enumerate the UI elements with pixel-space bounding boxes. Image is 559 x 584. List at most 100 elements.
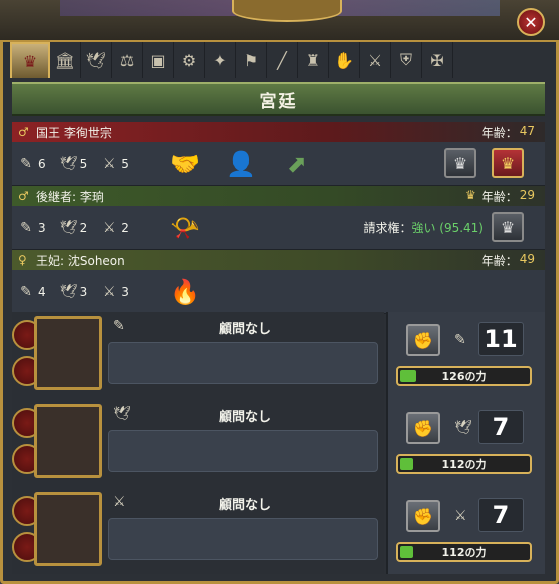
advisor-portrait[interactable] xyxy=(34,404,102,478)
tab-decisions[interactable]: ✠ xyxy=(422,42,453,78)
dove-icon: 🕊 xyxy=(454,420,472,436)
disinherit-button[interactable]: ♛ xyxy=(492,212,524,242)
claim-label: 請求権： xyxy=(363,221,412,235)
tab-economy[interactable]: ⚖ xyxy=(112,42,143,78)
temple-icon: 🏛 xyxy=(54,50,76,70)
ruler-name[interactable]: 国王 李徇世宗 xyxy=(36,124,112,141)
crown-button-silver[interactable]: ♛ xyxy=(444,148,476,178)
crown-button-gold[interactable]: ♛ xyxy=(492,148,524,178)
page-title: 宮廷 xyxy=(12,82,545,116)
crown-icon: ♛ xyxy=(500,153,516,173)
advisor-label: 顧問なし xyxy=(218,322,271,337)
adm-power-bar: 126の力 xyxy=(396,366,532,386)
tab-estates[interactable]: ♜ xyxy=(298,42,329,78)
consort-mil: ⚔ 3 xyxy=(101,284,129,300)
ruler-header: ♂ 国王 李徇世宗 年齢： 47 xyxy=(12,122,545,142)
scroll-icon: ✎ xyxy=(20,283,32,300)
fist-scroll-icon: ✊ xyxy=(413,330,433,350)
heir-adm: ✎ 3 xyxy=(18,220,46,236)
advisor-slot[interactable]: ✎ 顧問なし xyxy=(12,312,384,398)
ruler-mil: ⚔ 5 xyxy=(101,156,129,172)
crown-icon: ♛ xyxy=(452,153,468,173)
heir-claim: 請求権：強い (95.41) xyxy=(363,219,483,236)
dip-action-button[interactable]: ✊ xyxy=(406,412,440,444)
mil-value: 3 xyxy=(121,284,129,299)
close-button[interactable]: ✕ xyxy=(517,8,545,36)
adm-value: 6 xyxy=(38,156,46,171)
mil-action-button[interactable]: ✊ xyxy=(406,500,440,532)
swords-icon: ⚔ xyxy=(103,283,116,300)
advisor-info-box xyxy=(108,518,378,560)
pitchfork-torch-icon[interactable]: 🔥 xyxy=(165,275,205,309)
swords-icon: ⚔ xyxy=(103,219,116,236)
adm-value: 3 xyxy=(38,220,46,235)
scroll-icon: ✎ xyxy=(20,219,32,236)
power-label: 126の力 xyxy=(441,370,487,383)
mil-value: 2 xyxy=(121,220,129,235)
advisor-slot[interactable]: 🕊 顧問なし xyxy=(12,400,384,486)
dove-icon: 🕊 xyxy=(85,50,107,70)
close-icon: ✕ xyxy=(524,12,538,32)
consort-adm: ✎ 4 xyxy=(18,284,46,300)
tab-army[interactable]: ⚔ xyxy=(360,42,391,78)
tab-military[interactable]: ╱ xyxy=(267,42,298,78)
age-value: 47 xyxy=(519,123,535,138)
claim-value: 強い (95.41) xyxy=(411,221,483,235)
dip-value: 5 xyxy=(79,156,88,171)
tab-subjects[interactable]: ⛨ xyxy=(391,42,422,78)
consort-header: ♀ 王妃: 沈Soheon 年齢： 49 xyxy=(12,250,545,270)
tab-government[interactable]: 🏛 xyxy=(50,42,81,78)
ruler-age: 年齢： 47 xyxy=(482,124,535,141)
dove-icon: 🕊 xyxy=(113,406,131,422)
trumpet-icon[interactable]: 📯 xyxy=(165,211,205,245)
advisor-portrait[interactable] xyxy=(34,492,102,566)
age-value: 49 xyxy=(519,251,535,266)
ruler-stats: ✎ 6 🕊 5 ⚔ 5 🤝 👤 ⬈ ♛ ♛ xyxy=(12,142,545,186)
swords-icon: ⚔ xyxy=(454,508,467,524)
mil-power-block: ✊ ⚔ 7 112の力 xyxy=(388,488,547,574)
tab-production[interactable]: ⚙ xyxy=(174,42,205,78)
dove-icon: 🕊 xyxy=(59,155,78,172)
shield-sword-icon: ⚔ xyxy=(367,50,383,70)
tab-trade[interactable]: ▣ xyxy=(143,42,174,78)
tab-religion[interactable]: ✋ xyxy=(329,42,360,78)
consort-name[interactable]: 王妃: 沈Soheon xyxy=(36,252,125,269)
top-ornament xyxy=(232,0,342,22)
handshake-icon[interactable]: 🤝 xyxy=(165,147,205,181)
adm-skill: 11 xyxy=(478,322,524,356)
heir-header: ♂ 後継者: 李珦 ♛ 年齢： 29 xyxy=(12,186,545,206)
scroll-icon: ✎ xyxy=(113,318,125,334)
fist-dove-icon: ✊ xyxy=(413,418,433,438)
dip-skill: 7 xyxy=(478,410,524,444)
mil-power-bar: 112の力 xyxy=(396,542,532,562)
coat-of-arms-icon: ⛨ xyxy=(399,50,412,69)
heir-mil: ⚔ 2 xyxy=(101,220,129,236)
heir-dip: 🕊 2 xyxy=(60,220,88,236)
ruler-dip: 🕊 5 xyxy=(60,156,88,172)
trade-up-icon[interactable]: ⬈ xyxy=(277,147,317,181)
male-icon: ♂ xyxy=(18,125,29,139)
heir-age: ♛ 年齢： 29 xyxy=(465,188,535,205)
fist-swords-icon: ✊ xyxy=(413,506,433,526)
tab-missions[interactable]: ⚑ xyxy=(236,42,267,78)
add-advisor-icon[interactable]: 👤 xyxy=(221,147,261,181)
estates-icon: ♜ xyxy=(305,50,321,70)
dove-icon: 🕊 xyxy=(59,219,78,236)
window-topbar: ✕ xyxy=(0,0,559,42)
tab-diplomacy[interactable]: 🕊 xyxy=(81,42,112,78)
dove-icon: 🕊 xyxy=(59,283,78,300)
power-fill xyxy=(400,458,414,470)
adm-power-block: ✊ ✎ 11 126の力 xyxy=(388,312,547,398)
tab-ideas[interactable]: ✦ xyxy=(205,42,236,78)
mil-value: 5 xyxy=(121,156,129,171)
female-icon: ♀ xyxy=(18,253,27,267)
tab-court[interactable]: ♛ xyxy=(10,42,50,78)
swords-cross-icon: ✠ xyxy=(430,50,444,70)
advisor-slot[interactable]: ⚔ 顧問なし xyxy=(12,488,384,574)
adm-action-button[interactable]: ✊ xyxy=(406,324,440,356)
advisor-label: 顧問なし xyxy=(218,410,271,425)
advisor-portrait[interactable] xyxy=(34,316,102,390)
age-label: 年齢： xyxy=(481,189,518,204)
heir-name[interactable]: 後継者: 李珦 xyxy=(36,188,104,205)
advisor-info-box xyxy=(108,342,378,384)
